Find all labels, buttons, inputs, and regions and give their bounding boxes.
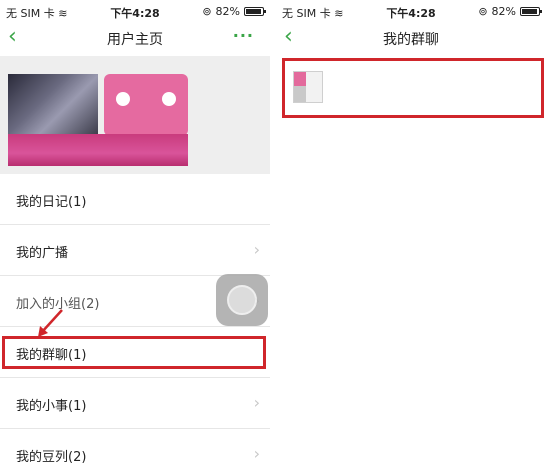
list-item-diary[interactable]: 我的日记(1) bbox=[0, 174, 270, 225]
nav-bar: ‹ 我的群聊 bbox=[276, 22, 546, 56]
avatar-part bbox=[294, 72, 306, 86]
list-item-label: 我的广播 bbox=[16, 246, 69, 261]
assistive-touch-inner bbox=[227, 285, 257, 315]
status-right: ⊚ 82% bbox=[478, 5, 542, 18]
battery-percent: 82% bbox=[491, 5, 516, 18]
group-avatar bbox=[293, 71, 323, 103]
lock-rotation-icon: ⊚ bbox=[478, 5, 488, 18]
heart-decoration bbox=[162, 92, 176, 106]
battery-percent: 82% bbox=[215, 5, 240, 18]
list-item-doulists[interactable]: 我的豆列(2) › bbox=[0, 429, 270, 469]
chevron-right-icon: › bbox=[253, 393, 260, 412]
list-item-label: 我的日记(1) bbox=[16, 195, 87, 210]
page-title: 用户主页 bbox=[107, 32, 163, 48]
heart-decoration bbox=[116, 92, 130, 106]
chevron-right-icon: › bbox=[253, 240, 260, 259]
avatar-part bbox=[294, 86, 306, 102]
photo-thumbnail[interactable] bbox=[8, 74, 98, 136]
more-options-icon[interactable]: ··· bbox=[233, 26, 254, 45]
status-bar: 无 SIM 卡 ≋ 下午4:28 ⊚ 82% bbox=[0, 0, 270, 22]
pointer-arrow-icon bbox=[38, 309, 63, 337]
assistive-touch-button[interactable] bbox=[216, 274, 268, 326]
list-item-label: 我的豆列(2) bbox=[16, 450, 87, 465]
page-title: 我的群聊 bbox=[383, 32, 439, 48]
chevron-right-icon: › bbox=[253, 444, 260, 463]
user-home-screen: 无 SIM 卡 ≋ 下午4:28 ⊚ 82% ‹ 用户主页 ··· 我的日记(1… bbox=[0, 0, 270, 469]
list-item-label: 我的小事(1) bbox=[16, 399, 87, 414]
list-item-small-things[interactable]: 我的小事(1) › bbox=[0, 378, 270, 429]
lock-rotation-icon: ⊚ bbox=[202, 5, 212, 18]
group-chats-screen: 无 SIM 卡 ≋ 下午4:28 ⊚ 82% ‹ 我的群聊 bbox=[276, 0, 546, 469]
status-bar: 无 SIM 卡 ≋ 下午4:28 ⊚ 82% bbox=[276, 0, 546, 22]
list-item-broadcast[interactable]: 我的广播 › bbox=[0, 225, 270, 276]
photo-thumbnail[interactable] bbox=[104, 74, 188, 136]
group-chat-item[interactable] bbox=[282, 58, 544, 118]
photo-band bbox=[8, 134, 188, 166]
status-right: ⊚ 82% bbox=[202, 5, 266, 18]
nav-bar: ‹ 用户主页 ··· bbox=[0, 22, 270, 56]
highlight-box bbox=[2, 336, 266, 369]
battery-icon bbox=[520, 7, 542, 16]
battery-icon bbox=[244, 7, 266, 16]
photo-strip bbox=[0, 56, 270, 174]
